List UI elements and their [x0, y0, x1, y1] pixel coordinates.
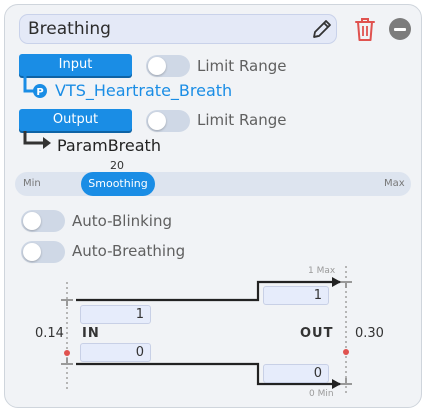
smoothing-slider-thumb[interactable]: Smoothing — [81, 172, 155, 196]
input-button[interactable]: Input — [19, 54, 132, 76]
input-link-arrow-icon: P — [23, 76, 47, 98]
smoothing-max-label: Max — [384, 178, 405, 189]
svg-text:P: P — [36, 87, 43, 98]
input-min-field[interactable]: 0 — [80, 343, 151, 362]
output-button[interactable]: Output — [19, 109, 132, 131]
output-parameter-name[interactable]: ParamBreath — [57, 136, 161, 155]
output-limit-range-label: Limit Range — [197, 111, 287, 129]
parameter-name-input[interactable]: Breathing — [19, 14, 337, 44]
input-max-field[interactable]: 1 — [80, 305, 151, 324]
smoothing-slider-track[interactable] — [15, 172, 411, 196]
auto-blinking-label: Auto-Blinking — [72, 212, 172, 230]
output-max-caption: 1 Max — [308, 266, 336, 276]
input-parameter-name[interactable]: VTS_Heartrate_Breath — [55, 81, 232, 100]
output-limit-range-toggle[interactable] — [146, 110, 190, 132]
pencil-icon[interactable] — [310, 17, 334, 41]
smoothing-min-label: Min — [23, 178, 41, 189]
output-current-value: 0.30 — [355, 326, 384, 341]
output-link-arrow-icon — [23, 131, 51, 149]
input-current-value: 0.14 — [35, 326, 64, 341]
trash-icon[interactable] — [353, 16, 377, 42]
out-label: OUT — [300, 326, 334, 341]
input-limit-range-toggle[interactable] — [146, 55, 190, 77]
in-label: IN — [82, 326, 100, 341]
auto-blinking-toggle[interactable] — [21, 210, 65, 232]
output-min-field[interactable]: 0 — [263, 364, 329, 383]
output-max-field[interactable]: 1 — [263, 286, 329, 305]
output-min-caption: 0 Min — [309, 389, 334, 399]
smoothing-value: 20 — [110, 159, 124, 172]
minus-circle-icon[interactable] — [389, 18, 411, 40]
auto-breathing-label: Auto-Breathing — [72, 242, 186, 260]
input-limit-range-label: Limit Range — [197, 57, 287, 75]
auto-breathing-toggle[interactable] — [21, 241, 65, 263]
